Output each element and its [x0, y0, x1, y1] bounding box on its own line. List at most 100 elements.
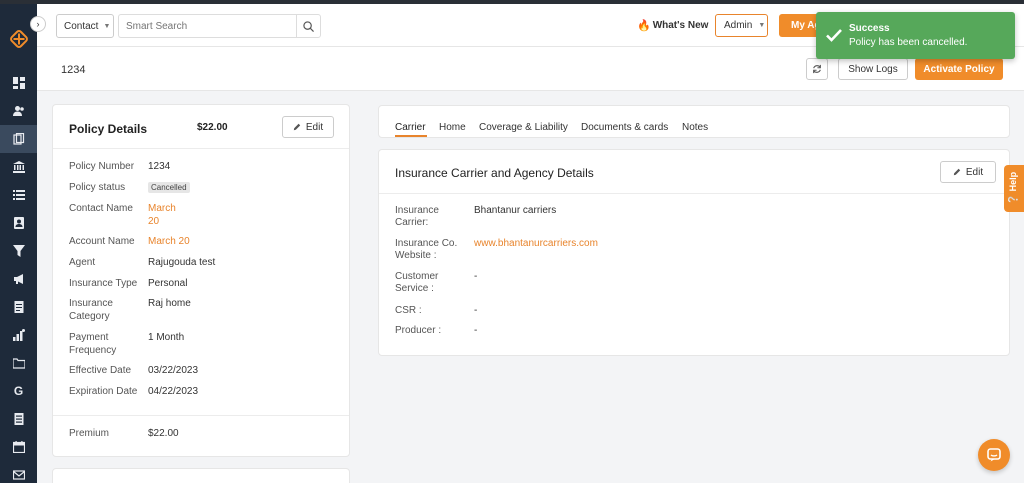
sidebar-item-document[interactable] [0, 293, 37, 321]
tab-carrier[interactable]: Carrier [395, 122, 426, 133]
show-logs-button[interactable]: Show Logs [838, 58, 908, 80]
insurance-carrier-label-line-1: Insurance [395, 205, 439, 216]
carrier-details-header: Insurance Carrier and Agency Details Edi… [379, 150, 1009, 194]
contact-type-select[interactable]: Contact ▼ [56, 14, 114, 38]
contact-name-link[interactable]: March 20 [148, 202, 176, 228]
whats-new-label: What's New [652, 20, 709, 31]
expiration-date-value: 04/22/2023 [148, 386, 199, 397]
pencil-icon [953, 168, 961, 176]
payment-frequency-label: Payment Frequency [69, 331, 141, 357]
pencil-icon [293, 123, 301, 131]
premium-label: Premium [69, 428, 110, 439]
effective-date-value: 03/22/2023 [148, 365, 199, 376]
chat-icon [987, 448, 1001, 462]
policy-amount: $22.00 [197, 122, 228, 133]
sidebar-item-folder[interactable] [0, 349, 37, 377]
sidebar-item-list[interactable] [0, 181, 37, 209]
policy-edit-button[interactable]: Edit [282, 116, 334, 138]
agent-value: Rajugouda test [148, 257, 216, 268]
chevron-right-icon: › [36, 19, 40, 29]
sidebar-item-dashboard[interactable] [0, 69, 37, 97]
customer-service-value: - [474, 271, 478, 282]
brand-logo-icon[interactable] [8, 28, 30, 50]
insurance-carrier-label-line-2: Carrier: [395, 217, 429, 228]
invoice-icon [14, 413, 23, 425]
insurance-category-label: Insurance Category [69, 297, 141, 323]
flame-icon: 🔥 [637, 20, 651, 32]
role-select[interactable]: Admin ▼ [715, 14, 768, 37]
chat-button[interactable] [978, 439, 1010, 471]
tab-home[interactable]: Home [439, 122, 466, 133]
sidebar-item-users[interactable] [0, 97, 37, 125]
tab-notes[interactable]: Notes [682, 122, 708, 133]
toast-title: Success [849, 23, 890, 34]
sidebar-item-invoice[interactable] [0, 405, 37, 433]
insurance-type-label: Insurance Type [69, 278, 138, 289]
insurance-type-value: Personal [148, 278, 188, 289]
sidebar-collapse-button[interactable]: › [30, 16, 46, 32]
page-title: 1234 [61, 64, 86, 76]
website-label-line-2: Website : [395, 250, 437, 261]
agent-label: Agent [69, 257, 96, 268]
success-toast[interactable]: Success Policy has been cancelled. [816, 12, 1015, 59]
policy-number-value: 1234 [148, 161, 171, 172]
policy-number-label: Policy Number [69, 161, 135, 172]
contacts-icon [13, 217, 24, 229]
policy-details-card: Policy Details $22.00 Edit Policy Number… [52, 104, 350, 457]
effective-date-label: Effective Date [69, 365, 132, 376]
contact-type-value: Contact [64, 20, 99, 32]
contact-name-line-2: 20 [148, 216, 160, 227]
customer-service-label-line-1: Customer [395, 271, 439, 282]
whats-new-link[interactable]: 🔥 What's New [637, 19, 708, 32]
folder-icon [12, 358, 25, 369]
chevron-down-icon: ▼ [758, 22, 766, 29]
sidebar-item-funnel[interactable] [0, 237, 37, 265]
users-icon [12, 106, 24, 116]
carrier-details-card: Insurance Carrier and Agency Details Edi… [378, 149, 1010, 356]
search-button[interactable] [296, 14, 321, 38]
help-label: ❔ Help [1008, 171, 1019, 206]
producer-label: Producer : [395, 325, 442, 336]
customer-service-label-line-2: Service : [395, 283, 434, 294]
website-link[interactable]: www.bhantanurcarriers.com [474, 238, 598, 250]
premium-value: $22.00 [148, 428, 179, 439]
insurance-category-value: Raj home [148, 298, 191, 309]
reports-icon [12, 329, 25, 341]
sidebar-item-google[interactable]: G [0, 377, 37, 405]
payment-frequency-value: 1 Month [148, 332, 185, 343]
active-tab-indicator [395, 135, 427, 137]
megaphone-icon [13, 274, 23, 284]
toast-message: Policy has been cancelled. [849, 37, 968, 48]
insurance-category-label-line-1: Insurance [69, 298, 113, 309]
contact-name-line-1: March [148, 203, 176, 214]
sidebar-item-bank[interactable] [0, 153, 37, 181]
help-tab[interactable]: ❔ Help [1004, 165, 1024, 212]
sidebar-item-contacts[interactable] [0, 209, 37, 237]
divider [53, 415, 349, 416]
role-select-value: Admin [724, 20, 753, 31]
tab-coverage-liability[interactable]: Coverage & Liability [479, 122, 568, 133]
expiration-date-label: Expiration Date [69, 386, 138, 397]
edit-label: Edit [305, 121, 324, 133]
policy-status-label: Policy status [69, 182, 126, 193]
chevron-down-icon: ▼ [103, 22, 111, 30]
calendar-icon [12, 441, 25, 453]
sidebar-item-mail[interactable] [0, 461, 37, 483]
policy-details-title: Policy Details [69, 122, 148, 136]
help-label-text: Help [1008, 171, 1019, 192]
sidebar-item-policies[interactable] [0, 125, 37, 153]
account-name-link[interactable]: March 20 [148, 235, 190, 248]
activate-policy-button[interactable]: Activate Policy [915, 58, 1003, 80]
tab-documents-cards[interactable]: Documents & cards [581, 122, 668, 133]
sidebar-item-reports[interactable] [0, 321, 37, 349]
tabs-bar: Carrier Home Coverage & Liability Docume… [378, 105, 1010, 138]
sidebar-item-campaigns[interactable] [0, 265, 37, 293]
carrier-edit-button[interactable]: Edit [940, 161, 996, 183]
edit-label: Edit [965, 166, 984, 178]
sidebar-item-calendar[interactable] [0, 433, 37, 461]
smart-search-input[interactable] [118, 14, 297, 38]
refresh-icon [813, 64, 821, 74]
refresh-button[interactable] [806, 58, 828, 80]
insurance-carrier-label: Insurance Carrier: [395, 205, 467, 229]
insurance-carrier-value: Bhantanur carriers [474, 205, 557, 216]
